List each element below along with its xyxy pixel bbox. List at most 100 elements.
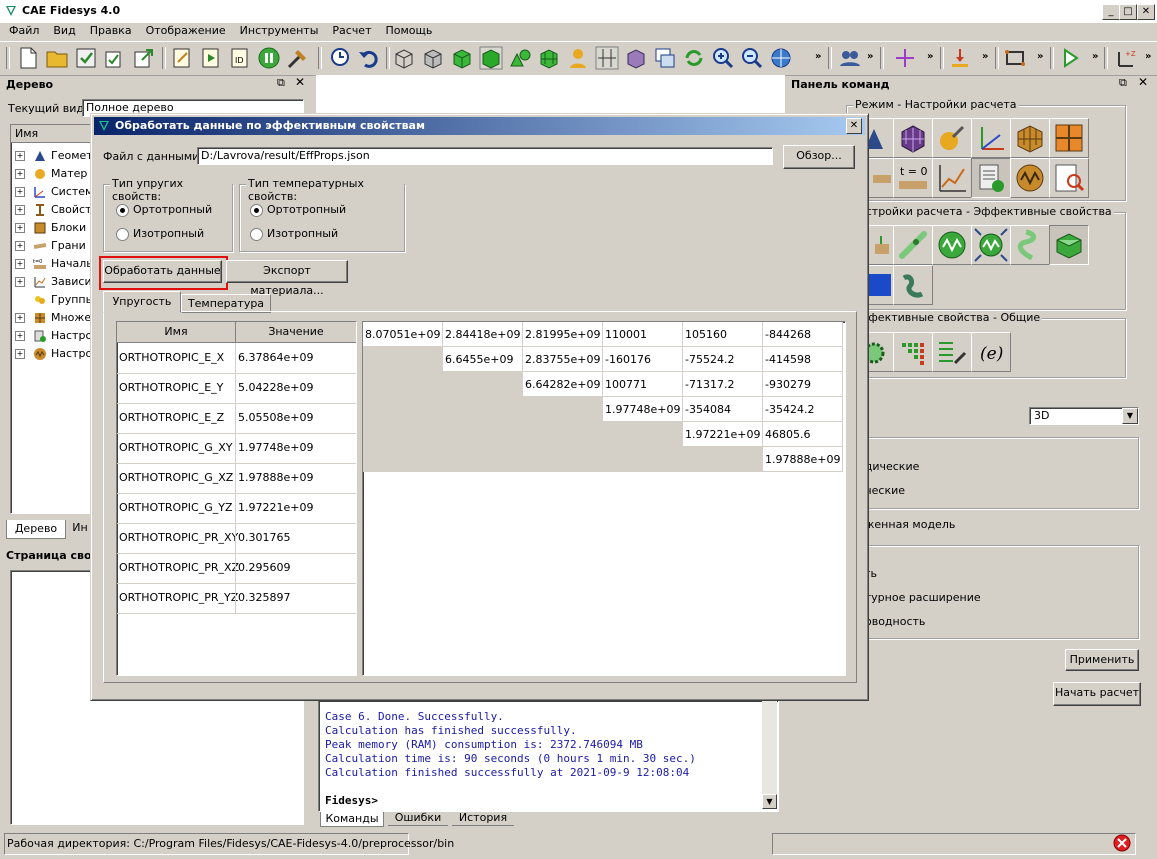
matrix-cell[interactable]: 100771 (603, 372, 683, 397)
console-scrollbar[interactable]: ▼ (762, 701, 777, 809)
matrix-cell[interactable] (363, 347, 443, 372)
tab-elasticity[interactable]: Упругость (103, 291, 181, 313)
inspect-tool-icon[interactable] (1049, 158, 1089, 198)
elastic-iso-radio[interactable] (116, 228, 129, 241)
matrix-cell[interactable]: -35424.2 (763, 397, 843, 422)
menu-view[interactable]: Вид (44, 23, 80, 37)
link-tool-icon[interactable] (893, 265, 933, 305)
calc-settings-icon[interactable] (971, 158, 1011, 198)
table-row[interactable]: ORTHOTROPIC_E_X 6.37864e+09 (117, 343, 356, 374)
dots-grid-icon[interactable] (893, 332, 933, 372)
matrix-cell[interactable]: 2.81995e+09 (523, 322, 603, 347)
matrix-cell[interactable] (363, 372, 443, 397)
matrix-cell[interactable]: 1.97888e+09 (763, 447, 843, 472)
expand-icon[interactable]: + (15, 277, 25, 287)
shapes-icon[interactable] (508, 46, 532, 70)
start-calc-button[interactable]: Начать расчет (1053, 682, 1141, 706)
process-data-button[interactable]: Обработать данные (103, 260, 222, 283)
grid-icon[interactable] (595, 46, 619, 70)
matrix-cell[interactable]: -930279 (763, 372, 843, 397)
table-row[interactable]: ORTHOTROPIC_PR_YZ 0.325897 (117, 583, 356, 614)
expand-icon[interactable]: + (15, 313, 25, 323)
menu-tools[interactable]: Инструменты (231, 23, 324, 37)
play-icon[interactable] (1058, 46, 1082, 70)
scroll-down-icon[interactable]: ▼ (762, 794, 777, 809)
toolbar-overflow-icon[interactable]: » (982, 51, 988, 62)
table-row[interactable]: ORTHOTROPIC_PR_XY 0.301765 (117, 523, 356, 554)
load-arrow-icon[interactable] (948, 46, 972, 70)
wave-green-icon[interactable] (932, 225, 972, 265)
col-header-name[interactable]: Имя (117, 322, 236, 343)
bounding-box-icon[interactable] (1003, 46, 1027, 70)
toolbar-overflow-icon[interactable]: » (1037, 51, 1043, 62)
error-icon[interactable] (1113, 834, 1131, 852)
dependency-chart-icon[interactable] (932, 158, 972, 198)
undo-icon[interactable] (357, 46, 381, 70)
matrix-cell[interactable]: -844268 (763, 322, 843, 347)
matrix-cell[interactable]: -160176 (603, 347, 683, 372)
thermal-ortho-radio[interactable] (250, 204, 263, 217)
expand-icon[interactable]: + (15, 205, 25, 215)
export-icon[interactable] (132, 46, 156, 70)
table-row[interactable]: ORTHOTROPIC_G_XZ 1.97888e+09 (117, 463, 356, 494)
chevron-down-icon[interactable]: ▼ (1122, 408, 1138, 424)
option-thermal-expansion[interactable]: атурное расширение (858, 591, 981, 604)
green-box-tool-icon[interactable] (1049, 225, 1089, 265)
matrix-cell[interactable]: 2.84418e+09 (443, 322, 523, 347)
panel-close-icon[interactable]: ✕ (295, 75, 305, 89)
expand-icon[interactable]: + (15, 259, 25, 269)
tab-commands[interactable]: Команды (320, 812, 384, 827)
edit-script-icon[interactable] (170, 46, 194, 70)
matrix-cell[interactable]: 2.83755e+09 (523, 347, 603, 372)
axes-icon[interactable]: +Z (1113, 46, 1137, 70)
matrix-cell[interactable] (363, 422, 443, 447)
expand-icon[interactable]: + (15, 151, 25, 161)
matrix-cell[interactable] (443, 372, 523, 397)
matrix-cell[interactable]: -414598 (763, 347, 843, 372)
matrix-cell[interactable] (363, 397, 443, 422)
matrix-cell[interactable]: 110001 (603, 322, 683, 347)
spiral-tool-icon[interactable] (1010, 225, 1050, 265)
option-loaded-model[interactable]: уженная модель (858, 518, 955, 531)
menu-edit[interactable]: Правка (81, 23, 137, 37)
initial-conditions-tool-icon[interactable]: t = 0 (893, 158, 933, 198)
panel-float-icon[interactable]: ⧉ (277, 76, 285, 90)
matrix-cell[interactable] (443, 397, 523, 422)
green-solid-cube-icon[interactable] (479, 46, 503, 70)
tab-history[interactable]: История (452, 811, 514, 826)
toolbar-overflow-icon[interactable]: » (1145, 51, 1151, 62)
gray-cube-icon[interactable] (421, 46, 445, 70)
matrix-cell[interactable] (443, 447, 523, 472)
toolbar-overflow-icon[interactable]: » (815, 51, 821, 62)
panel-float-icon[interactable]: ⧉ (1119, 76, 1127, 90)
toolbar-overflow-icon[interactable]: » (1092, 51, 1098, 62)
matrix-cell[interactable]: -354084 (683, 397, 763, 422)
matrix-cell[interactable]: 1.97221e+09 (683, 422, 763, 447)
matrix-cell[interactable] (443, 422, 523, 447)
tools-icon[interactable] (286, 46, 310, 70)
table-row[interactable]: ORTHOTROPIC_G_YZ 1.97221e+09 (117, 493, 356, 524)
material-tool-icon[interactable] (932, 118, 972, 158)
blocks-tool-icon[interactable] (1010, 118, 1050, 158)
matrix-cell[interactable]: 46805.6 (763, 422, 843, 447)
save-icon[interactable] (74, 46, 98, 70)
table-row[interactable]: ORTHOTROPIC_G_XY 1.97748e+09 (117, 433, 356, 464)
tab-tree[interactable]: Дерево (6, 520, 66, 539)
coordinate-system-icon[interactable] (971, 118, 1011, 158)
col-header-value[interactable]: Значение (236, 322, 356, 343)
id-script-icon[interactable]: ID (228, 46, 252, 70)
window-stack-icon[interactable] (653, 46, 677, 70)
menu-calc[interactable]: Расчет (323, 23, 376, 37)
globe-icon[interactable] (769, 46, 793, 70)
expand-icon[interactable]: + (15, 169, 25, 179)
menu-file[interactable]: Файл (0, 23, 44, 37)
expand-icon[interactable]: + (15, 187, 25, 197)
minimize-button[interactable]: _ (1102, 4, 1120, 20)
matrix-cell[interactable]: -75524.2 (683, 347, 763, 372)
toolbar-overflow-icon[interactable]: » (867, 51, 873, 62)
green-cube-icon[interactable] (450, 46, 474, 70)
matrix-cell[interactable]: 6.6455e+09 (443, 347, 523, 372)
close-button[interactable]: ✕ (1137, 4, 1155, 20)
expand-icon[interactable]: + (15, 331, 25, 341)
matrix-cell[interactable] (523, 397, 603, 422)
